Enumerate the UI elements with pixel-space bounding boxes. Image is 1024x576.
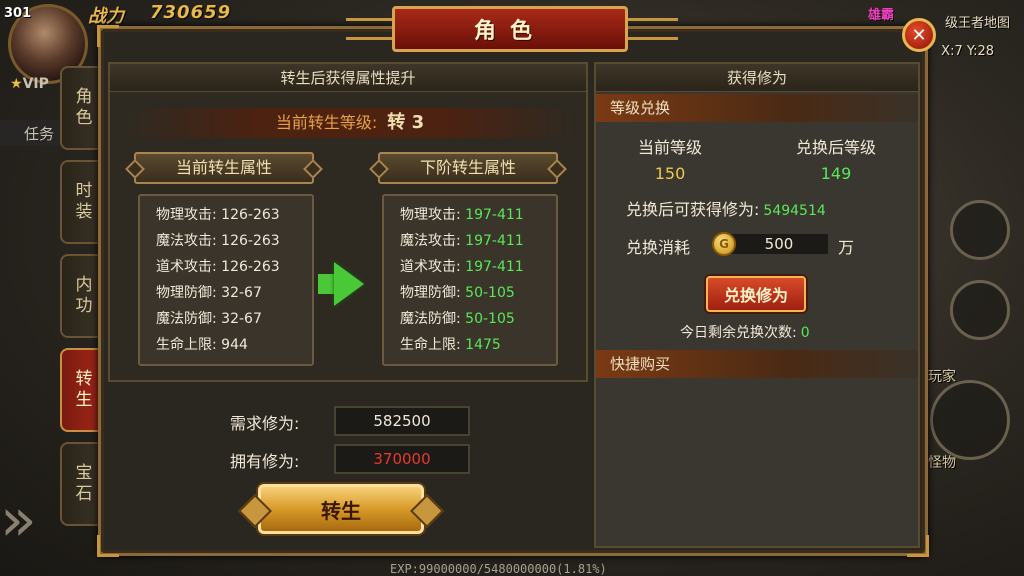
attr-row: 物理攻击: 126-263 [156, 202, 312, 228]
rebirth-level-row: 当前转生等级: 转 3 [124, 108, 576, 138]
gain-label: 兑换后可获得修为: [626, 200, 760, 219]
attr-name: 魔法攻击: [400, 233, 461, 249]
attr-name: 魔法攻击: [156, 233, 217, 249]
current-attrs-list: 物理攻击: 126-263 魔法攻击: 126-263 道术攻击: 126-26… [138, 194, 314, 366]
attr-value: 50-105 [465, 285, 515, 301]
attr-value: 126-263 [221, 259, 280, 275]
attr-name: 物理防御: [400, 285, 461, 301]
skill-slot-1[interactable] [950, 200, 1010, 260]
chevron-right-icon[interactable]: » [0, 490, 37, 550]
cultivation-header: 获得修为 [596, 64, 918, 92]
rebirth-level-value: 转 3 [387, 112, 425, 133]
attr-value: 126-263 [221, 207, 280, 223]
gain-row: 兑换后可获得修为: 5494514 [626, 196, 826, 220]
title-ornament-right [628, 18, 678, 40]
current-level-label: 当前等级 [637, 138, 702, 157]
cost-unit: 万 [838, 238, 855, 257]
current-attrs-title: 当前转生属性 [134, 152, 314, 184]
required-cultivation-value: 582500 [334, 406, 470, 436]
exchange-cultivation-button[interactable]: 兑换修为 [706, 276, 806, 312]
attr-row: 魔法攻击: 197-411 [400, 228, 556, 254]
remaining-label: 今日剩余兑换次数: [680, 325, 797, 341]
current-level-column: 当前等级 150 [610, 134, 730, 183]
attr-value: 1475 [465, 337, 501, 353]
tab-gem[interactable]: 宝石 [60, 442, 102, 526]
next-attrs-title: 下阶转生属性 [378, 152, 558, 184]
corner-ornament [97, 25, 119, 47]
corner-ornament [97, 535, 119, 557]
tab-character[interactable]: 角色 [60, 66, 102, 150]
after-level-value: 149 [820, 164, 852, 183]
attr-value: 32-67 [221, 311, 262, 327]
next-attrs-list: 物理攻击: 197-411 魔法攻击: 197-411 道术攻击: 197-41… [382, 194, 558, 366]
rebirth-header: 转生后获得属性提升 [110, 64, 586, 92]
map-coordinates: X:7 Y:28 [941, 44, 994, 59]
attr-name: 物理防御: [156, 285, 217, 301]
level-exchange-bar: 等级兑换 [596, 94, 918, 122]
skill-slot-2[interactable] [950, 280, 1010, 340]
coin-symbol: G [719, 237, 729, 251]
cost-label: 兑换消耗 [626, 238, 691, 257]
attr-value: 50-105 [465, 311, 515, 327]
close-icon: ✕ [911, 24, 927, 46]
attr-value: 944 [221, 337, 248, 353]
owned-cultivation-value: 370000 [334, 444, 470, 474]
attr-row: 魔法攻击: 126-263 [156, 228, 312, 254]
vip-badge[interactable]: ★VIP [10, 76, 49, 92]
attr-row: 道术攻击: 126-263 [156, 254, 312, 280]
attr-row: 生命上限: 944 [156, 332, 312, 358]
attr-value: 32-67 [221, 285, 262, 301]
rebirth-button[interactable]: 转生 [258, 484, 424, 534]
attr-name: 生命上限: [400, 337, 461, 353]
gold-coin-icon: G [712, 232, 736, 256]
arrow-right-icon [334, 262, 364, 306]
attr-value: 197-411 [465, 233, 524, 249]
attr-name: 物理攻击: [156, 207, 217, 223]
attr-name: 道术攻击: [400, 259, 461, 275]
attr-row: 物理防御: 32-67 [156, 280, 312, 306]
attr-row: 魔法防御: 32-67 [156, 306, 312, 332]
owned-cultivation-label: 拥有修为: [230, 452, 300, 471]
rebirth-level-label: 当前转生等级: [275, 113, 378, 132]
after-level-label: 兑换后等级 [795, 138, 876, 157]
attr-name: 物理攻击: [400, 207, 461, 223]
attr-name: 生命上限: [156, 337, 217, 353]
cost-value: 500 [730, 234, 828, 254]
gain-value: 5494514 [763, 203, 826, 219]
attr-row: 生命上限: 1475 [400, 332, 556, 358]
tab-rebirth[interactable]: 转生 [60, 348, 102, 432]
current-level-value: 150 [654, 164, 686, 183]
exp-bar-text: EXP:99000000/5480000000(1.81%) [390, 562, 607, 576]
attack-button[interactable] [930, 380, 1010, 460]
tab-inner-power[interactable]: 内功 [60, 254, 102, 338]
attr-row: 魔法防御: 50-105 [400, 306, 556, 332]
server-tag: 雄霸 [867, 8, 894, 23]
quick-buy-bar[interactable]: 快捷购买 [596, 350, 918, 378]
power-value: 730659 [150, 2, 232, 23]
vip-label: VIP [22, 76, 49, 92]
player-filter-label[interactable]: 玩家 [928, 366, 956, 386]
attr-row: 物理攻击: 197-411 [400, 202, 556, 228]
remaining-exchanges-row: 今日剩余兑换次数: 0 [680, 322, 810, 342]
required-cultivation-label: 需求修为: [230, 414, 300, 433]
attr-name: 道术攻击: [156, 259, 217, 275]
attr-row: 物理防御: 50-105 [400, 280, 556, 306]
player-level: 301 [4, 6, 32, 21]
close-button[interactable]: ✕ [902, 18, 936, 52]
attr-value: 197-411 [465, 207, 524, 223]
attr-value: 126-263 [221, 233, 280, 249]
star-icon: ★ [10, 76, 23, 92]
monster-filter-label[interactable]: 怪物 [928, 452, 956, 472]
after-level-column: 兑换后等级 149 [776, 134, 896, 183]
map-name[interactable]: 级王者地图 [945, 12, 1010, 31]
task-button[interactable]: 任务 [0, 120, 60, 146]
attr-name: 魔法防御: [400, 311, 461, 327]
remaining-value: 0 [800, 325, 810, 341]
title-ornament-left [346, 18, 396, 40]
panel-title: 角色 [392, 6, 628, 52]
tab-fashion[interactable]: 时装 [60, 160, 102, 244]
attr-row: 道术攻击: 197-411 [400, 254, 556, 280]
attr-value: 197-411 [465, 259, 524, 275]
attr-name: 魔法防御: [156, 311, 217, 327]
